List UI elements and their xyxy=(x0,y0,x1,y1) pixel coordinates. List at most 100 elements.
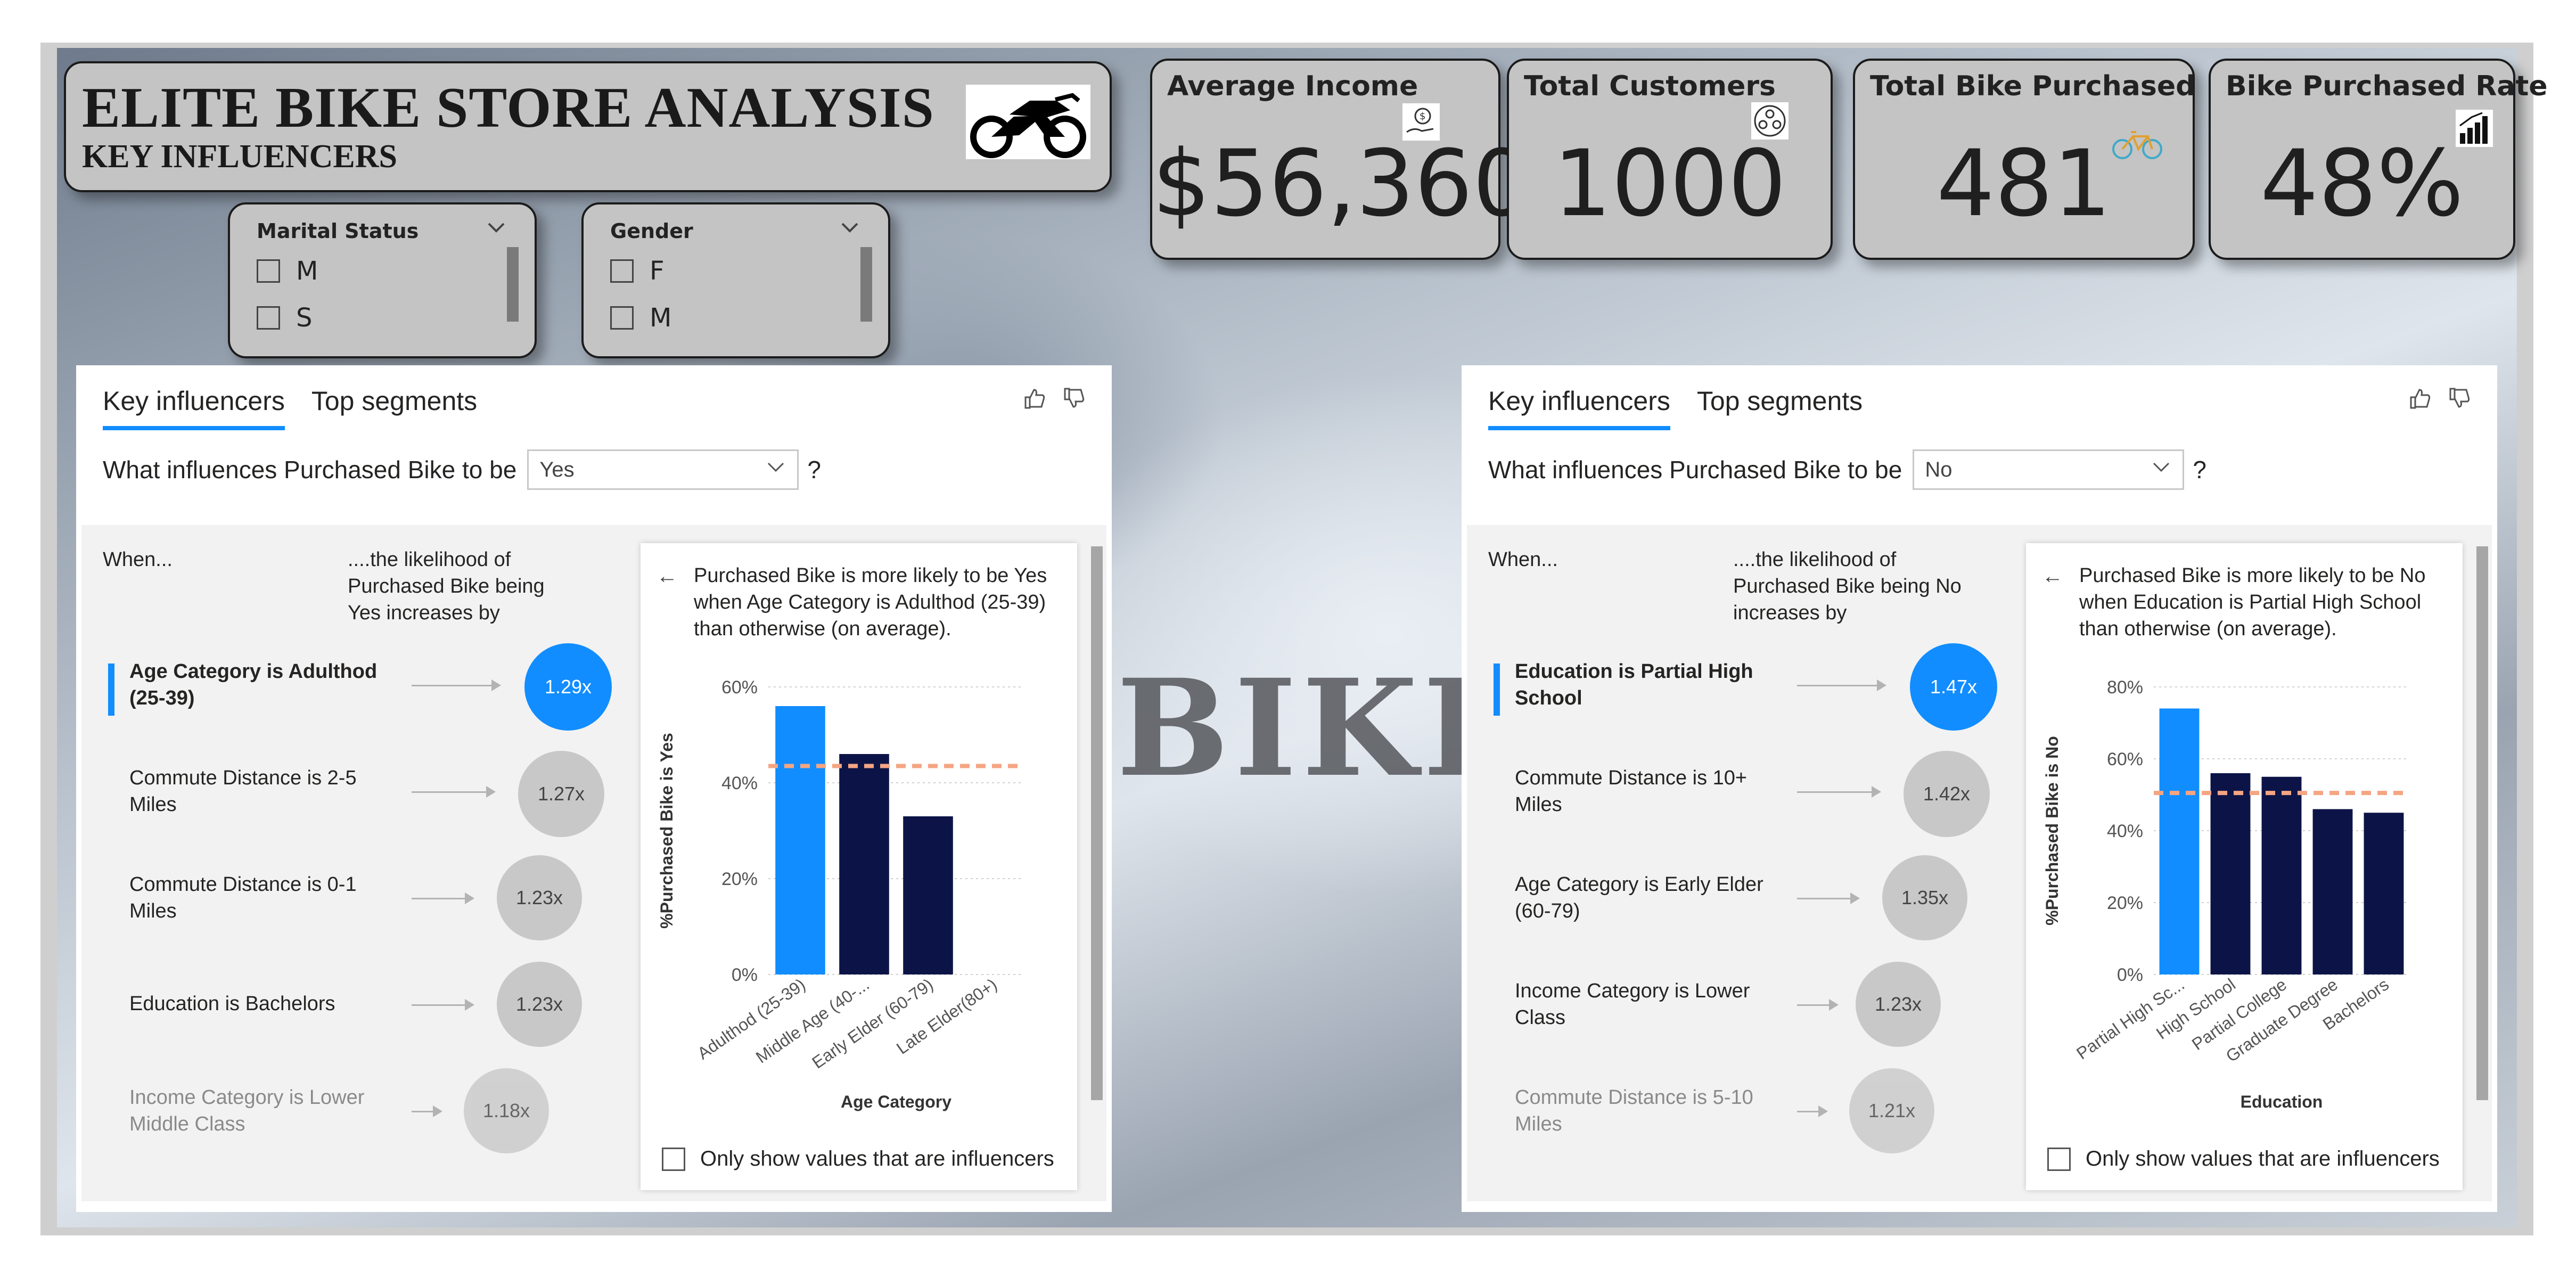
slicer-scrollbar[interactable] xyxy=(860,247,872,322)
tab-top-segments[interactable]: Top segments xyxy=(1697,386,1863,430)
chevron-down-icon[interactable] xyxy=(838,216,862,240)
influencer-value: 1.29x xyxy=(524,643,612,731)
checkbox[interactable] xyxy=(2047,1147,2071,1171)
kpi-title: Bike Purchased Rate xyxy=(2226,70,2548,102)
panel-scrollbar[interactable] xyxy=(1091,546,1103,1100)
influencer-arrow xyxy=(1797,898,1850,899)
influencer-row[interactable]: Age Category is Early Elder (60-79) 1.35… xyxy=(1494,855,1983,956)
detail-description: Purchased Bike is more likely to be No w… xyxy=(2079,564,2426,640)
influencer-value: 1.21x xyxy=(1849,1068,1934,1153)
checkbox[interactable] xyxy=(662,1147,685,1171)
slicer-option-s[interactable]: S xyxy=(257,302,312,334)
slicer-option-m[interactable]: M xyxy=(257,255,318,287)
kpi-title: Total Customers xyxy=(1524,70,1776,102)
influencer-row[interactable]: Commute Distance is 10+ Miles 1.42x xyxy=(1494,751,1990,850)
influencer-label: Commute Distance is 5-10 Miles xyxy=(1515,1086,1753,1135)
y-tick-label: 20% xyxy=(2107,893,2143,913)
x-axis-label: Age Category xyxy=(841,1092,951,1111)
back-arrow-icon[interactable]: ← xyxy=(657,564,678,588)
marital-status-slicer[interactable]: Marital Status M S xyxy=(228,202,537,358)
arrow-head xyxy=(433,1105,442,1117)
column-header-when: When... xyxy=(103,548,173,571)
chart-bar xyxy=(775,706,825,974)
y-tick-label: 20% xyxy=(721,869,758,889)
motorbike-icon xyxy=(966,85,1090,159)
influencer-row[interactable]: Commute Distance is 0-1 Miles 1.23x xyxy=(108,855,598,956)
arrow-head xyxy=(491,679,501,691)
back-arrow-icon[interactable]: ← xyxy=(2042,564,2063,588)
kpi-value: 48% xyxy=(2260,130,2464,237)
influencer-row[interactable]: Age Category is Adulthod (25-39) 1.29x xyxy=(108,643,612,743)
tab-top-segments[interactable]: Top segments xyxy=(311,386,477,430)
influencer-row[interactable]: Commute Distance is 2-5 Miles 1.27x xyxy=(108,751,604,850)
key-influencers-panel-yes: Key influencers Top segments What influe… xyxy=(76,365,1112,1212)
slicer-option-label: F xyxy=(650,256,664,286)
thumbs-down-icon[interactable] xyxy=(2447,387,2471,413)
influencer-value: 1.47x xyxy=(1910,643,1997,731)
tab-bar: Key influencers Top segments xyxy=(1488,386,1863,430)
detail-bar-chart: 0% 20% 40% 60% %Purchased Bike is Yes Adultho… xyxy=(657,677,1024,1111)
y-tick-label: 60% xyxy=(721,677,758,698)
thumbs-down-icon[interactable] xyxy=(1062,387,1085,413)
y-tick-label: 40% xyxy=(2107,821,2143,841)
gender-slicer[interactable]: Gender F M xyxy=(581,202,890,358)
dropdown-value: Yes xyxy=(539,457,575,481)
panel-scrollbar[interactable] xyxy=(2476,546,2488,1100)
chevron-down-icon xyxy=(765,456,786,483)
page-subtitle: KEY INFLUENCERS xyxy=(82,138,397,175)
influencer-arrow xyxy=(1797,1004,1829,1006)
toggle-label: Only show values that are influencers xyxy=(700,1147,1054,1170)
thumbs-up-icon[interactable] xyxy=(2408,387,2431,413)
question-mark: ? xyxy=(807,456,821,484)
arrow-head xyxy=(465,892,474,904)
slicer-scrollbar[interactable] xyxy=(507,247,519,322)
influencer-row[interactable]: Income Category is Lower Middle Class 1.… xyxy=(108,1068,598,1169)
target-value-dropdown[interactable]: Yes xyxy=(527,449,799,490)
influencers-only-toggle[interactable]: Only show values that are influencers xyxy=(2047,1147,2440,1171)
influencer-value: 1.27x xyxy=(518,751,604,837)
checkbox[interactable] xyxy=(610,259,634,283)
arrow-head xyxy=(465,999,474,1011)
kpi-card-bike-purchased-rate: Bike Purchased Rate 48% xyxy=(2209,59,2548,260)
chart-bar xyxy=(2261,776,2302,974)
checkbox[interactable] xyxy=(257,259,280,283)
influencer-arrow xyxy=(1797,791,1872,793)
influence-question: What influences Purchased Bike to be Yes… xyxy=(103,449,821,490)
influencer-row[interactable]: Income Category is Lower Class 1.23x xyxy=(1494,962,1983,1063)
checkbox[interactable] xyxy=(257,306,280,330)
dropdown-value: No xyxy=(1925,457,1952,481)
influencers-only-toggle[interactable]: Only show values that are influencers xyxy=(662,1147,1054,1171)
kpi-card-total-customers: Total Customers 1000 xyxy=(1507,59,1833,260)
influencer-row[interactable]: Education is Bachelors 1.23x xyxy=(108,962,598,1063)
y-axis-label: %Purchased Bike is Yes xyxy=(657,733,676,929)
tab-key-influencers[interactable]: Key influencers xyxy=(1488,386,1670,430)
slicer-title: Gender xyxy=(610,219,693,243)
influencer-value: 1.23x xyxy=(497,855,582,940)
kpi-value: $56,360 xyxy=(1152,130,1531,237)
question-prefix: What influences Purchased Bike to be xyxy=(103,456,517,484)
kpi-title: Total Bike Purchased xyxy=(1870,70,2196,102)
influencer-row[interactable]: Commute Distance is 5-10 Miles 1.21x xyxy=(1494,1068,1983,1169)
tab-key-influencers[interactable]: Key influencers xyxy=(103,386,285,430)
toggle-label: Only show values that are influencers xyxy=(2086,1147,2440,1170)
chevron-down-icon[interactable] xyxy=(485,216,508,240)
influencer-row[interactable]: Education is Partial High School 1.47x xyxy=(1494,643,1997,743)
influencer-label: Income Category is Lower Middle Class xyxy=(129,1086,365,1135)
influencer-label: Age Category is Adulthod (25-39) xyxy=(129,660,378,709)
y-tick-label: 0% xyxy=(2117,965,2143,985)
kpi-card-total-bike-purchased: Total Bike Purchased 481 xyxy=(1853,59,2195,260)
influencer-arrow xyxy=(412,898,465,899)
chart-bar xyxy=(2364,813,2404,974)
y-tick-label: 40% xyxy=(721,773,758,793)
thumbs-up-icon[interactable] xyxy=(1022,387,1046,413)
kpi-value: 481 xyxy=(1936,130,2112,237)
slicer-option-label: S xyxy=(296,303,313,333)
slicer-option-f[interactable]: F xyxy=(610,255,664,287)
checkbox[interactable] xyxy=(610,306,634,330)
influencer-arrow xyxy=(412,791,486,793)
influencer-label: Commute Distance is 2-5 Miles xyxy=(129,767,357,816)
target-value-dropdown[interactable]: No xyxy=(1913,449,2185,490)
influencer-arrow xyxy=(1797,1111,1818,1112)
dashboard: BIKE ELITE BIKE STORE ANALYSIS KEY INFLU… xyxy=(0,0,2576,1278)
slicer-option-m[interactable]: M xyxy=(610,302,671,334)
